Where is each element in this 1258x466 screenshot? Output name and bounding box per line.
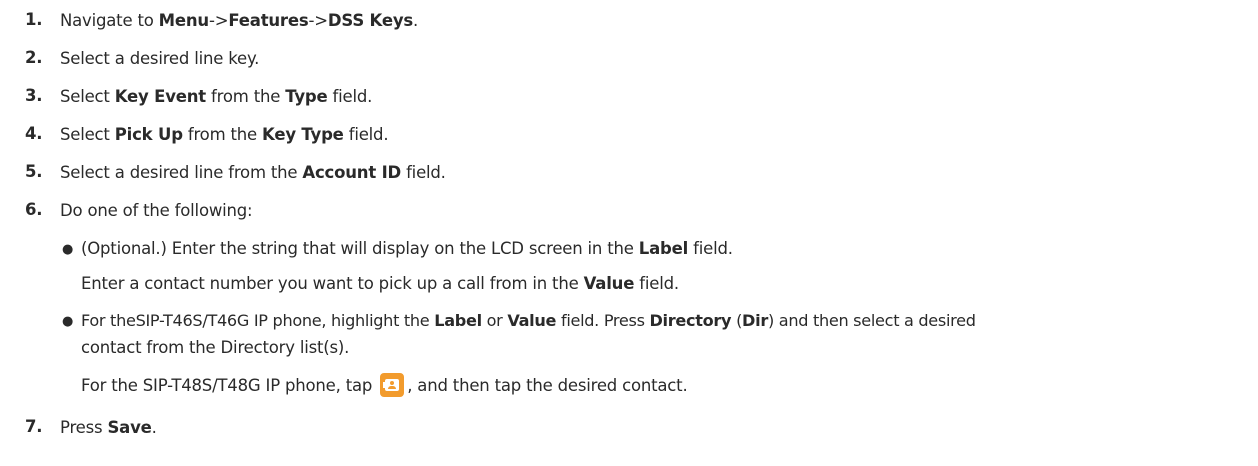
step-number: 4. (25, 124, 43, 143)
text: . (413, 11, 419, 30)
text: Do one of the following: (60, 201, 253, 220)
dss-keys-term: DSS Keys (327, 11, 414, 30)
text: ) and then select a desired (767, 311, 976, 330)
step-5-text: Select a desired line from the Account I… (60, 162, 446, 184)
step-7-text: Press Save. (60, 417, 157, 439)
text: from the (182, 125, 263, 144)
type-term: Type (285, 87, 328, 106)
step-number: 5. (25, 162, 43, 181)
text: For theSIP-T46S/T46G IP phone, highlight… (81, 311, 435, 330)
value-term: Value (507, 311, 557, 330)
contact-directory-icon (380, 373, 405, 397)
text: Select (60, 125, 115, 144)
dir-term: Dir (742, 311, 768, 330)
step-2-text: Select a desired line key. (60, 48, 259, 70)
text: field. Press (556, 311, 650, 330)
step-number: 6. (25, 200, 43, 219)
text: Select (60, 87, 115, 106)
step-number: 7. (25, 417, 43, 436)
save-term: Save (107, 418, 152, 437)
text: For the SIP-T48S/T48G IP phone, tap (81, 376, 378, 395)
bullet-2-line-2: contact from the Directory list(s). (81, 337, 349, 359)
text: -> (308, 11, 329, 30)
text: field. (634, 274, 679, 293)
text: field. (327, 87, 373, 106)
text: Press (60, 418, 108, 437)
directory-term: Directory (649, 311, 732, 330)
bullet-1-line-2: Enter a contact number you want to pick … (81, 273, 679, 295)
text: Select a desired line key. (60, 49, 260, 68)
menu-term: Menu (158, 11, 210, 30)
step-number: 1. (25, 10, 43, 29)
step-number: 3. (25, 86, 43, 105)
key-type-term: Key Type (262, 125, 344, 144)
step-4-text: Select Pick Up from the Key Type field. (60, 124, 389, 146)
text: field. (688, 239, 733, 258)
account-id-term: Account ID (302, 163, 402, 182)
label-term: Label (434, 311, 482, 330)
bullet-dot: ● (62, 314, 74, 329)
text: ( (731, 311, 743, 330)
bullet-dot: ● (62, 242, 74, 257)
label-term: Label (638, 239, 689, 258)
bullet-1-line-1: (Optional.) Enter the string that will d… (81, 238, 733, 260)
bullet-2-line-3: For the SIP-T48S/T48G IP phone, tap , an… (81, 373, 688, 397)
features-term: Features (228, 11, 309, 30)
text: contact from the Directory list(s). (81, 338, 350, 357)
text: -> (208, 11, 229, 30)
text: . (151, 418, 157, 437)
text: field. (401, 163, 446, 182)
text: , and then tap the desired contact. (407, 376, 688, 395)
pick-up-term: Pick Up (114, 125, 183, 144)
text: from the (206, 87, 286, 106)
value-term: Value (583, 274, 635, 293)
step-6-text: Do one of the following: (60, 200, 253, 222)
step-number: 2. (25, 48, 43, 67)
text: Select a desired line from the (60, 163, 303, 182)
text: (Optional.) Enter the string that will d… (81, 239, 639, 258)
step-3-text: Select Key Event from the Type field. (60, 86, 372, 108)
text: or (481, 311, 508, 330)
step-1-text: Navigate to Menu->Features->DSS Keys. (60, 10, 418, 32)
text: Navigate to (60, 11, 159, 30)
text: field. (343, 125, 389, 144)
bullet-2-line-1: For theSIP-T46S/T46G IP phone, highlight… (81, 310, 976, 332)
key-event-term: Key Event (114, 87, 206, 106)
text: Enter a contact number you want to pick … (81, 274, 584, 293)
